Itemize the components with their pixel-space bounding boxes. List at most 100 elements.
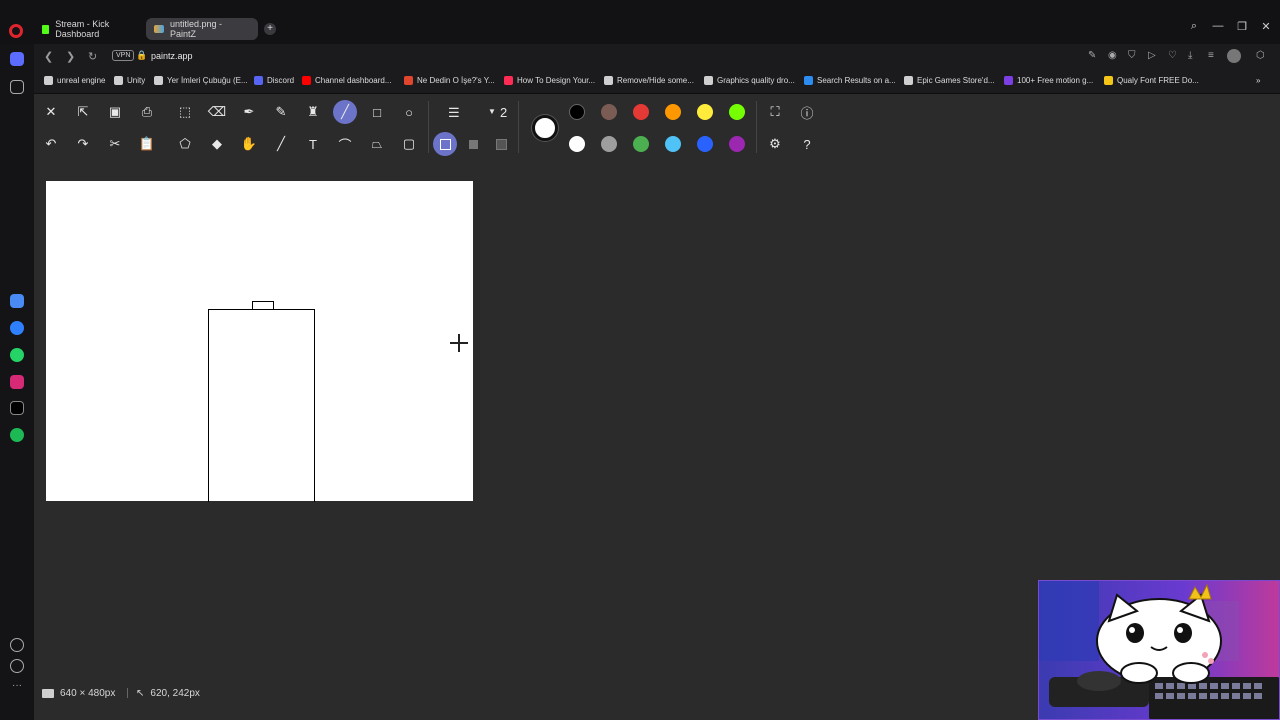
play-icon[interactable]: ▷ [1148, 50, 1156, 61]
line-tool-icon[interactable]: ╱ [333, 100, 357, 124]
url-field[interactable]: paintz.app [151, 51, 193, 61]
palette-color-swatch[interactable] [729, 104, 745, 120]
outline-fill-mode-button[interactable] [489, 132, 513, 156]
extensions-icon[interactable]: ⬡ [1256, 50, 1265, 61]
brush-icon[interactable]: ╱ [269, 132, 293, 156]
bookmark-label: Unity [127, 76, 146, 85]
more-icon[interactable]: ··· [10, 680, 24, 694]
fill-bucket-icon[interactable]: ◆ [205, 132, 229, 156]
toolbar-separator [756, 101, 757, 153]
shield-icon[interactable]: ⛉ [1128, 50, 1136, 61]
free-select-icon[interactable]: ⬠ [173, 132, 197, 156]
tab-kick-dashboard[interactable]: Stream - Kick Dashboard [34, 18, 144, 40]
bookmark-item[interactable]: Ne Dedin O İşe?'s Y... [404, 76, 495, 85]
favorites-icon[interactable] [10, 638, 24, 652]
bookmark-item[interactable]: Epic Games Store'd... [904, 76, 995, 85]
download-icon[interactable]: ⤓ [1188, 50, 1192, 61]
rounded-rect-tool-icon[interactable]: ▢ [397, 132, 421, 156]
close-image-icon[interactable]: ✕ [39, 100, 63, 124]
about-icon[interactable]: ⓘ [795, 100, 819, 124]
palette-color-swatch[interactable] [697, 136, 713, 152]
toolbar-separator [428, 101, 429, 153]
heart-icon[interactable]: ♡ [1168, 50, 1177, 61]
drawing-canvas[interactable] [46, 181, 473, 502]
palette-color-swatch[interactable] [601, 104, 617, 120]
print-icon[interactable]: ⎙ [135, 100, 159, 124]
save-icon[interactable]: ▣ [103, 100, 127, 124]
bookmark-item[interactable]: Discord [254, 76, 294, 85]
palette-color-swatch[interactable] [697, 104, 713, 120]
fill-mode-button[interactable] [461, 132, 485, 156]
open-icon[interactable]: ⇱ [71, 100, 95, 124]
palette-color-swatch[interactable] [729, 136, 745, 152]
palette-color-swatch[interactable] [665, 104, 681, 120]
hand-pan-icon[interactable]: ✋ [237, 132, 261, 156]
whatsapp-icon[interactable] [10, 348, 24, 362]
messenger-icon[interactable] [10, 321, 24, 335]
redo-icon[interactable]: ↷ [71, 132, 95, 156]
aria-icon[interactable] [10, 294, 24, 308]
spotify-icon[interactable] [10, 428, 24, 442]
lock-icon[interactable]: 🔒 [136, 50, 147, 61]
tab-paintz[interactable]: untitled.png - PaintZ [146, 18, 258, 40]
bookmark-item[interactable]: 100+ Free motion g... [1004, 76, 1093, 85]
text-tool-icon[interactable]: T [301, 132, 325, 156]
speed-dial-icon[interactable] [10, 80, 24, 94]
rect-select-icon[interactable]: ⬚ [173, 100, 197, 124]
bookmark-item[interactable]: How To Design Your... [504, 76, 595, 85]
bookmark-item[interactable]: Channel dashboard... [302, 76, 392, 85]
palette-color-swatch[interactable] [569, 104, 585, 120]
stroke-dropdown-icon[interactable]: ▼ [488, 107, 496, 116]
rectangle-tool-icon[interactable]: □ [365, 100, 389, 124]
undo-icon[interactable]: ↶ [39, 132, 63, 156]
camera-icon[interactable]: ◉ [1108, 50, 1117, 61]
new-tab-button[interactable]: + [264, 23, 276, 35]
stroke-width-value[interactable]: 2 [500, 105, 507, 120]
profile-avatar[interactable] [1227, 49, 1241, 63]
bookmarks-overflow-icon[interactable]: » [1256, 76, 1260, 85]
cut-icon[interactable]: ✂ [103, 132, 127, 156]
opera-sidebar: ··· [0, 44, 34, 720]
ellipse-tool-icon[interactable]: ○ [397, 100, 421, 124]
reload-icon[interactable]: ↻ [88, 50, 97, 63]
back-icon[interactable]: ❮ [44, 50, 53, 63]
bookmark-item[interactable]: Yer İmleri Çubuğu (E... [154, 76, 248, 85]
curve-tool-icon[interactable]: ⌒ [333, 132, 357, 156]
fullscreen-icon[interactable]: ⛶ [763, 100, 787, 124]
palette-color-swatch[interactable] [569, 136, 585, 152]
tab-search-icon[interactable]: ⌕ [1186, 20, 1202, 33]
palette-color-swatch[interactable] [601, 136, 617, 152]
instagram-icon[interactable] [10, 375, 24, 389]
polygon-tool-icon[interactable]: ⏢ [365, 132, 389, 156]
restore-button[interactable]: ❐ [1234, 20, 1250, 33]
eraser-icon[interactable]: ⌫ [205, 100, 229, 124]
palette-color-swatch[interactable] [665, 136, 681, 152]
x-twitter-icon[interactable] [10, 401, 24, 415]
home-icon[interactable] [10, 52, 24, 66]
help-icon[interactable]: ? [795, 132, 819, 156]
settings-icon[interactable]: ⚙ [763, 132, 787, 156]
bookmark-item[interactable]: Search Results on a... [804, 76, 896, 85]
vpn-badge[interactable]: VPN [112, 50, 135, 61]
bookmark-item[interactable]: Graphics quality dro... [704, 76, 795, 85]
bookmark-item[interactable]: Remove/Hide some... [604, 76, 694, 85]
history-icon[interactable] [10, 659, 24, 673]
outline-mode-button[interactable] [433, 132, 457, 156]
paste-icon[interactable]: 📋 [135, 132, 159, 156]
airbrush-icon[interactable]: ♜ [301, 100, 325, 124]
bookmark-item[interactable]: unreal engine [44, 76, 105, 85]
stroke-width-icon[interactable]: ☰ [448, 105, 460, 121]
palette-color-swatch[interactable] [633, 104, 649, 120]
menu-icon[interactable]: ≡ [1208, 50, 1214, 61]
palette-color-swatch[interactable] [633, 136, 649, 152]
close-window-button[interactable]: ✕ [1258, 20, 1274, 33]
bookmark-item[interactable]: Unity [114, 76, 145, 85]
minimize-button[interactable]: — [1210, 20, 1226, 32]
edit-icon[interactable]: ✎ [1088, 50, 1096, 61]
forward-icon[interactable]: ❯ [66, 50, 75, 63]
bookmark-item[interactable]: Qualy Font FREE Do... [1104, 76, 1199, 85]
primary-color-swatch[interactable] [532, 115, 558, 141]
pencil-icon[interactable]: ✎ [269, 100, 293, 124]
opera-logo-icon[interactable] [9, 24, 23, 38]
color-picker-icon[interactable]: ✒ [237, 100, 261, 124]
